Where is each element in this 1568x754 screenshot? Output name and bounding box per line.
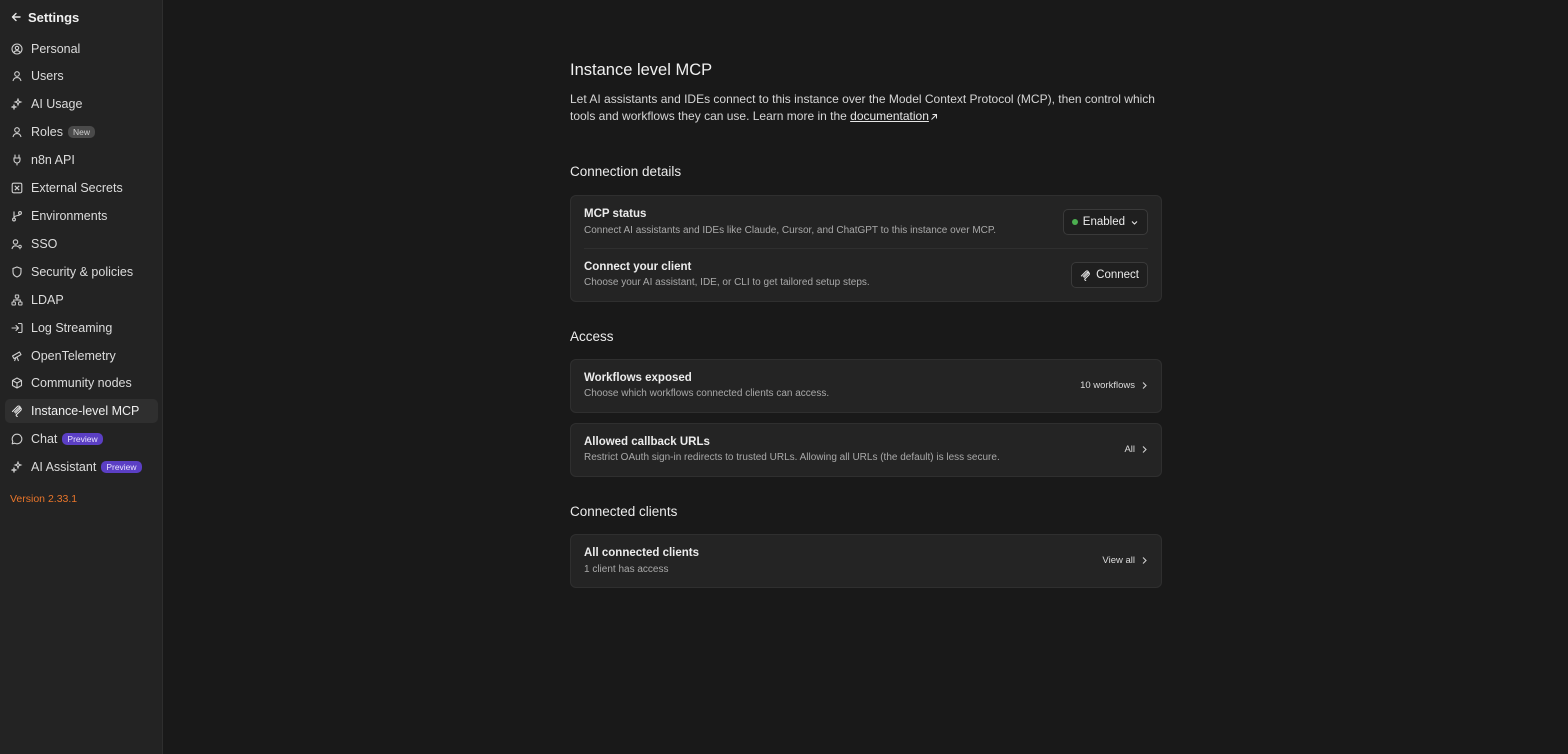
workflows-exposed-desc: Choose which workflows connected clients… bbox=[584, 388, 830, 399]
documentation-link[interactable]: documentation bbox=[850, 109, 929, 123]
settings-sidebar: Settings Personal Users AI Usage Roles N… bbox=[0, 0, 163, 754]
connected-clients-card[interactable]: All connected clients 1 client has acces… bbox=[570, 534, 1162, 588]
workflows-count: 10 workflows bbox=[1080, 380, 1135, 391]
sidebar-item-roles[interactable]: Roles New bbox=[5, 120, 158, 144]
allowed-callback-urls-card[interactable]: Allowed callback URLs Restrict OAuth sig… bbox=[570, 423, 1162, 477]
back-to-settings[interactable]: Settings bbox=[10, 9, 79, 25]
connect-button[interactable]: Connect bbox=[1071, 262, 1148, 288]
connected-clients-title: Connected clients bbox=[570, 504, 678, 519]
sidebar-item-label: LDAP bbox=[31, 293, 64, 307]
sidebar-item-environments[interactable]: Environments bbox=[5, 204, 158, 228]
mcp-status-desc: Connect AI assistants and IDEs like Clau… bbox=[584, 225, 997, 236]
sidebar-item-label: Community nodes bbox=[31, 376, 132, 390]
page-description: Let AI assistants and IDEs connect to th… bbox=[570, 91, 1162, 125]
sidebar-item-community-nodes[interactable]: Community nodes bbox=[5, 371, 158, 395]
sidebar-item-label: Personal bbox=[31, 42, 81, 56]
connect-label: Connect bbox=[1096, 269, 1139, 281]
sidebar-item-label: OpenTelemetry bbox=[31, 349, 116, 363]
view-all-label: View all bbox=[1102, 555, 1135, 566]
callback-urls-link[interactable]: All bbox=[1124, 444, 1148, 455]
sidebar-item-chat[interactable]: Chat Preview bbox=[5, 427, 158, 451]
shield-icon bbox=[11, 266, 23, 278]
sidebar-item-label: SSO bbox=[31, 237, 58, 251]
sidebar-item-ai-usage[interactable]: AI Usage bbox=[5, 92, 158, 116]
sidebar-item-label: n8n API bbox=[31, 153, 75, 167]
sidebar-item-label: External Secrets bbox=[31, 181, 123, 195]
sidebar-item-n8n-api[interactable]: n8n API bbox=[5, 148, 158, 172]
preview-badge: Preview bbox=[62, 433, 103, 445]
chat-bubble-icon bbox=[11, 433, 23, 445]
chevron-down-icon bbox=[1130, 218, 1139, 227]
workflows-count-link[interactable]: 10 workflows bbox=[1080, 380, 1148, 391]
sidebar-item-label: Roles bbox=[31, 125, 63, 139]
sidebar-item-label: Security & policies bbox=[31, 265, 134, 279]
telescope-icon bbox=[11, 350, 23, 362]
connection-details-card: MCP status Connect AI assistants and IDE… bbox=[570, 195, 1162, 302]
sidebar-item-personal[interactable]: Personal bbox=[5, 37, 158, 61]
user-icon bbox=[11, 70, 23, 82]
chevron-right-icon bbox=[1141, 556, 1148, 565]
chevron-right-icon bbox=[1141, 381, 1148, 390]
sidebar-item-label: Users bbox=[31, 69, 64, 83]
connected-clients-row: All connected clients 1 client has acces… bbox=[584, 535, 1148, 589]
sidebar-item-label: AI Assistant bbox=[31, 460, 97, 474]
sidebar-item-external-secrets[interactable]: External Secrets bbox=[5, 176, 158, 200]
settings-title: Settings bbox=[28, 9, 80, 25]
mcp-status-title: MCP status bbox=[584, 208, 647, 220]
sidebar-item-label: Chat bbox=[31, 432, 58, 446]
plug-icon bbox=[11, 154, 23, 166]
chevron-right-icon bbox=[1141, 445, 1148, 454]
sidebar-item-log-streaming[interactable]: Log Streaming bbox=[5, 316, 158, 340]
user-icon bbox=[11, 126, 23, 138]
sidebar-item-label: Log Streaming bbox=[31, 321, 113, 335]
workflows-exposed-title: Workflows exposed bbox=[584, 372, 692, 384]
connected-clients-desc: 1 client has access bbox=[584, 564, 669, 575]
access-title: Access bbox=[570, 329, 614, 344]
sidebar-item-label: AI Usage bbox=[31, 97, 83, 111]
status-dot-icon bbox=[1071, 219, 1078, 225]
network-icon bbox=[11, 294, 23, 306]
mcp-status-dropdown[interactable]: Enabled bbox=[1062, 209, 1148, 235]
sidebar-item-users[interactable]: Users bbox=[5, 64, 158, 88]
mcp-icon bbox=[11, 405, 23, 417]
workflows-exposed-row: Workflows exposed Choose which workflows… bbox=[584, 360, 1148, 414]
callback-urls-title: Allowed callback URLs bbox=[584, 436, 710, 448]
user-circle-icon bbox=[11, 43, 23, 55]
callback-urls-value: All bbox=[1124, 444, 1135, 455]
secrets-box-icon bbox=[11, 182, 23, 194]
external-link-icon bbox=[930, 113, 938, 121]
version-label: Version 2.33.1 bbox=[10, 493, 78, 505]
connect-client-row: Connect your client Choose your AI assis… bbox=[584, 249, 1148, 302]
sidebar-item-security-policies[interactable]: Security & policies bbox=[5, 260, 158, 284]
sidebar-item-ldap[interactable]: LDAP bbox=[5, 288, 158, 312]
connect-client-title: Connect your client bbox=[584, 261, 692, 273]
callback-urls-desc: Restrict OAuth sign-in redirects to trus… bbox=[584, 452, 1000, 463]
arrow-left-icon bbox=[10, 11, 22, 23]
mcp-icon bbox=[1080, 269, 1091, 281]
log-in-icon bbox=[11, 322, 23, 334]
workflows-exposed-card[interactable]: Workflows exposed Choose which workflows… bbox=[570, 359, 1162, 413]
connect-client-desc: Choose your AI assistant, IDE, or CLI to… bbox=[584, 277, 870, 288]
sidebar-item-sso[interactable]: SSO bbox=[5, 232, 158, 256]
box-icon bbox=[11, 377, 23, 389]
view-all-link[interactable]: View all bbox=[1102, 555, 1148, 566]
page-title: Instance level MCP bbox=[570, 61, 713, 79]
all-connected-clients-title: All connected clients bbox=[584, 547, 700, 559]
sidebar-item-ai-assistant[interactable]: AI Assistant Preview bbox=[5, 455, 158, 479]
callback-urls-row: Allowed callback URLs Restrict OAuth sig… bbox=[584, 424, 1148, 478]
sparkles-icon bbox=[11, 98, 23, 110]
new-badge: New bbox=[67, 126, 95, 138]
sidebar-item-instance-level-mcp[interactable]: Instance-level MCP bbox=[5, 399, 158, 423]
sidebar-item-opentelemetry[interactable]: OpenTelemetry bbox=[5, 344, 158, 368]
preview-badge: Preview bbox=[101, 461, 142, 473]
sparkles-icon bbox=[11, 461, 23, 473]
users-key-icon bbox=[11, 238, 23, 250]
sidebar-item-label: Instance-level MCP bbox=[31, 404, 140, 418]
sidebar-item-label: Environments bbox=[31, 209, 108, 223]
mcp-status-value: Enabled bbox=[1082, 216, 1125, 228]
connection-details-title: Connection details bbox=[570, 164, 682, 179]
git-branch-icon bbox=[11, 210, 23, 222]
